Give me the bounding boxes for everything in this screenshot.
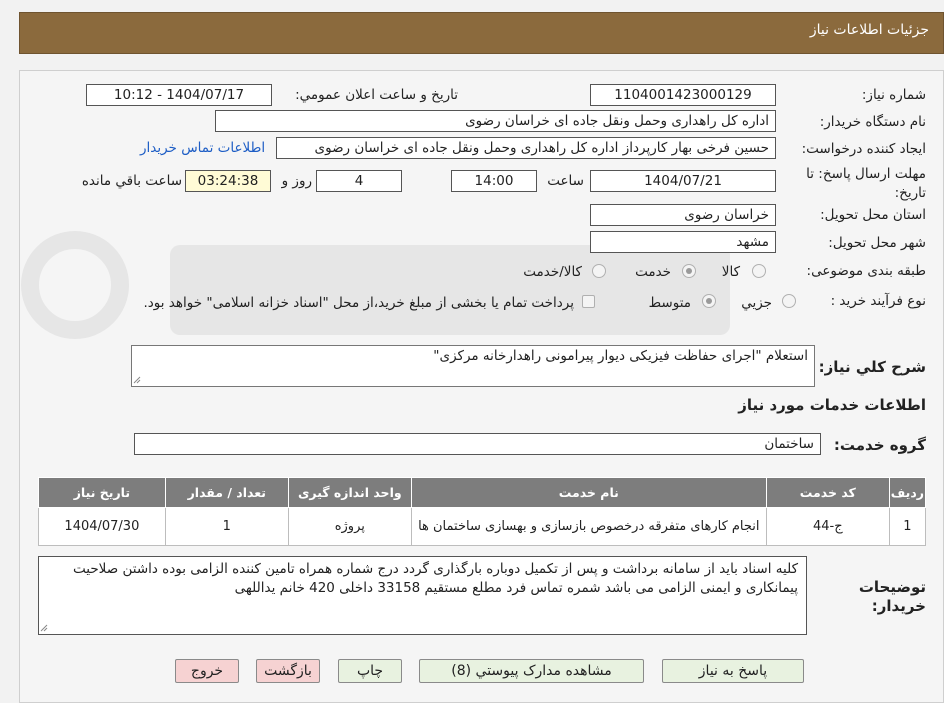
category-option-goods-service: کالا/خدمت (523, 264, 582, 280)
description-textarea[interactable]: استعلام "اجرای حفاظت فیزیکی دیوار پیرامو… (131, 345, 815, 387)
category-option-goods: کالا (721, 264, 740, 280)
print-button[interactable]: چاپ (338, 659, 402, 683)
deadline-date-field: 1404/07/21 (590, 170, 776, 192)
requester-field: حسین فرخی بهار کارپرداز اداره کل راهداری… (276, 137, 776, 159)
col-service-code: کد خدمت (765, 477, 890, 508)
cell-unit: پروژه (287, 507, 412, 546)
view-attachments-button[interactable]: مشاهده مدارک پيوستي (8) (419, 659, 644, 683)
exit-button[interactable]: خروج (175, 659, 239, 683)
back-button[interactable]: بازگشت (256, 659, 320, 683)
page-title: جزئيات اطلاعات نياز (809, 22, 929, 38)
col-unit: واحد اندازه گيری (287, 477, 412, 508)
resize-grip-icon[interactable] (133, 376, 141, 384)
announce-datetime-label: تاريخ و ساعت اعلان عمومي: (295, 87, 458, 103)
category-label: طبقه بندی موضوعی: (806, 263, 926, 279)
description-label: شرح کلي نياز: (818, 358, 926, 376)
deadline-label: مهلت ارسال پاسخ: تا تاريخ: (806, 166, 926, 201)
page-header: جزئيات اطلاعات نياز (19, 12, 944, 54)
need-number-label: شماره نياز: (861, 87, 926, 103)
buyer-notes-label: توضيحات خريدار: (858, 578, 926, 615)
services-section-title: اطلاعات خدمات مورد نياز (738, 396, 926, 414)
table-header-row: رديف کد خدمت نام خدمت واحد اندازه گيری ت… (38, 477, 927, 508)
cell-quantity: 1 (164, 507, 289, 546)
remaining-time-field: 03:24:38 (185, 170, 271, 192)
purchase-option-minor: جزيي (741, 295, 772, 311)
buyer-contact-link[interactable]: اطلاعات تماس خريدار (140, 140, 265, 156)
category-option-service: خدمت (635, 264, 671, 280)
purchase-radio-medium[interactable] (702, 294, 716, 308)
buyer-org-field: اداره کل راهداری وحمل ونقل جاده ای خراسا… (215, 110, 776, 132)
deadline-days-field: 4 (316, 170, 402, 192)
buyer-notes-textarea[interactable]: کلیه اسناد باید از سامانه برداشت و پس از… (38, 556, 807, 635)
cell-service-name: انجام کارهای متفرقه درخصوص بازسازی و بهس… (410, 507, 767, 546)
col-row: رديف (888, 477, 927, 508)
deadline-time-label: ساعت (547, 173, 584, 189)
table-row: 1 ج-44 انجام کارهای متفرقه درخصوص بازساز… (38, 507, 927, 546)
purchase-radio-minor[interactable] (782, 294, 796, 308)
treasury-note: پرداخت تمام يا بخشی از مبلغ خريد،از محل … (143, 295, 574, 311)
service-group-field: ساختمان (134, 433, 821, 455)
delivery-city-field: مشهد (590, 231, 776, 253)
announce-datetime-field: 1404/07/17 - 10:12 (86, 84, 272, 106)
cell-row: 1 (888, 507, 927, 546)
col-need-date: تاريخ نياز (38, 477, 166, 508)
deadline-time-field: 14:00 (451, 170, 537, 192)
delivery-province-field: خراسان رضوی (590, 204, 776, 226)
delivery-province-label: استان محل تحويل: (820, 207, 926, 223)
deadline-days-label: روز و (281, 173, 312, 189)
description-text: استعلام "اجرای حفاظت فیزیکی دیوار پیرامو… (433, 348, 808, 364)
cell-service-code: ج-44 (765, 507, 890, 546)
requester-label: ايجاد کننده درخواست: (801, 141, 926, 157)
remaining-time-label: ساعت باقي مانده (81, 173, 182, 189)
purchase-option-medium: متوسط (648, 295, 691, 311)
reply-button[interactable]: پاسخ به نياز (662, 659, 804, 683)
category-radio-service[interactable] (682, 264, 696, 278)
delivery-city-label: شهر محل تحويل: (828, 235, 926, 251)
resize-grip-icon[interactable] (40, 624, 48, 632)
category-radio-goods[interactable] (752, 264, 766, 278)
buyer-org-label: نام دستگاه خريدار: (819, 114, 926, 130)
purchase-type-label: نوع فرآيند خريد : (830, 293, 926, 309)
buyer-notes-text: کلیه اسناد باید از سامانه برداشت و پس از… (72, 561, 798, 596)
service-group-label: گروه خدمت: (833, 436, 926, 454)
need-number-field: 1104001423000129 (590, 84, 776, 106)
col-quantity: تعداد / مقدار (164, 477, 289, 508)
category-radio-goods-service[interactable] (592, 264, 606, 278)
col-service-name: نام خدمت (410, 477, 767, 508)
cell-need-date: 1404/07/30 (38, 507, 166, 546)
treasury-checkbox[interactable] (582, 295, 595, 308)
services-table: رديف کد خدمت نام خدمت واحد اندازه گيری ت… (38, 477, 927, 546)
